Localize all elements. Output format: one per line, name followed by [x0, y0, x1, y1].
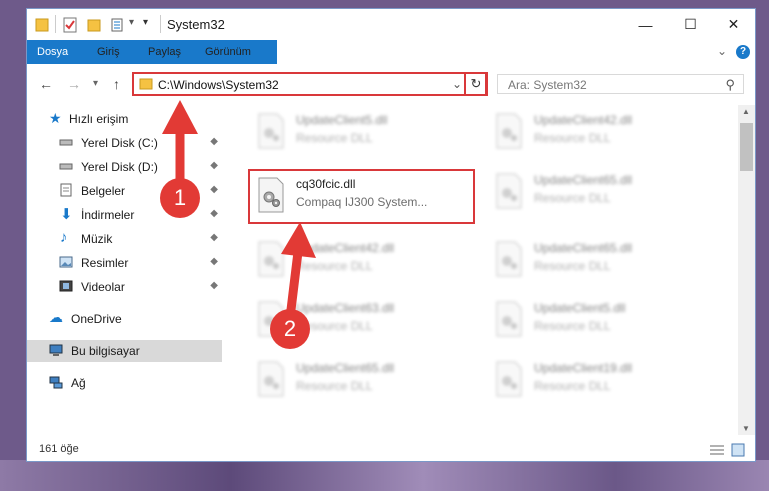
- annotation-overlay: [162, 100, 316, 323]
- annotation-arrow-2: [281, 222, 316, 323]
- step-1-badge: 1: [160, 178, 200, 218]
- annotation-arrow-1: [162, 100, 198, 193]
- step-2-badge: 2: [270, 309, 310, 349]
